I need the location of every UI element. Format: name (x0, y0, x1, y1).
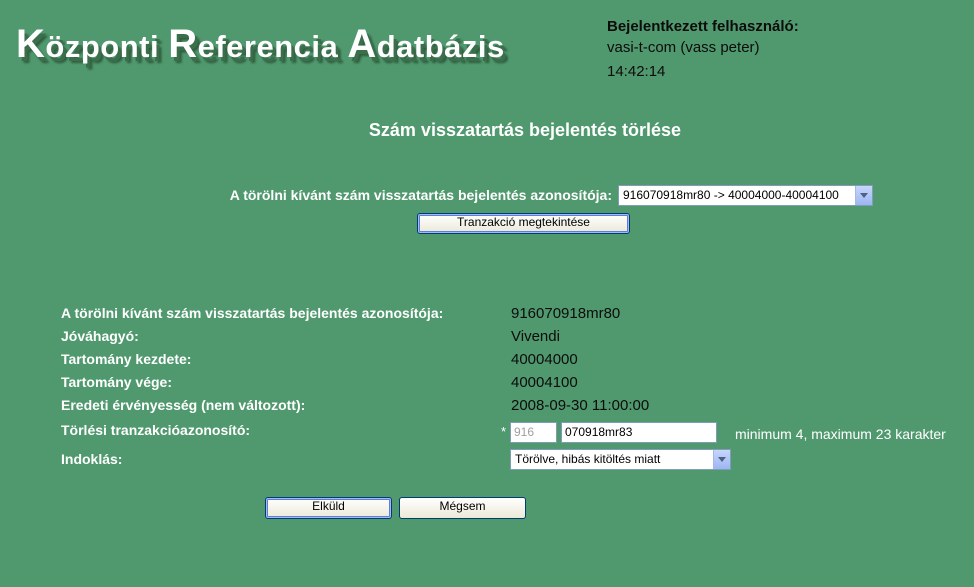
detail-label: Eredeti érvényesség (nem változott): (61, 397, 306, 413)
app-logo: Központi Referencia Adatbázis (16, 22, 505, 67)
transaction-selector-label: A törölni kívánt szám visszatartás bejel… (229, 187, 612, 203)
cancel-button[interactable]: Mégsem (399, 497, 526, 519)
transaction-select-value: 916070918mr80 -> 40004000-40004100 (623, 188, 839, 202)
transaction-select[interactable]: 916070918mr80 -> 40004000-40004100 (618, 185, 873, 206)
logged-in-label: Bejelentkezett felhasználó: (607, 18, 799, 35)
delete-tx-id-input[interactable]: 070918mr83 (561, 422, 717, 443)
transaction-selector-row: A törölni kívánt szám visszatartás bejel… (0, 184, 974, 208)
page-title: Szám visszatartás bejelentés törlése (368, 120, 682, 140)
logo-letter: A (347, 22, 377, 66)
reason-label: Indoklás: (61, 451, 123, 467)
detail-label: A törölni kívánt szám visszatartás bejel… (61, 305, 444, 321)
logo-letter: K (16, 22, 46, 66)
delete-tx-hint: minimum 4, maximum 23 karakter (735, 426, 946, 442)
delete-tx-prefix-field: 916 (510, 422, 557, 443)
logo-text: özponti (45, 29, 169, 64)
user-info: Bejelentkezett felhasználó: vasi-t-com (… (607, 16, 799, 82)
detail-label: Tartomány kezdete: (61, 351, 192, 367)
detail-label: Tartomány vége: (61, 374, 172, 390)
detail-value: Vivendi (511, 328, 560, 345)
reason-select-value: Törölve, hibás kitöltés miatt (515, 452, 661, 466)
detail-value: 40004100 (511, 374, 578, 391)
delete-tx-label: Törlési tranzakcióazonosító: (61, 422, 251, 438)
clock: 14:42:14 (607, 63, 666, 80)
logo-letter: R (168, 22, 198, 66)
reason-select[interactable]: Törölve, hibás kitöltés miatt (510, 449, 731, 470)
detail-value: 40004000 (511, 351, 578, 368)
detail-label: Jóváhagyó: (61, 328, 139, 344)
chevron-down-icon[interactable] (713, 450, 730, 469)
view-transaction-button[interactable]: Tranzakció megtekintése (417, 213, 630, 234)
detail-value: 2008-09-30 11:00:00 (511, 397, 650, 414)
logo-text: eferencia (197, 29, 348, 64)
detail-value: 916070918mr80 (511, 305, 621, 322)
required-mark: * (501, 424, 507, 439)
user-name: vasi-t-com (vass peter) (607, 39, 760, 56)
submit-button[interactable]: Elküld (265, 497, 392, 519)
chevron-down-icon[interactable] (855, 186, 872, 205)
logo-text: datbázis (376, 29, 505, 64)
